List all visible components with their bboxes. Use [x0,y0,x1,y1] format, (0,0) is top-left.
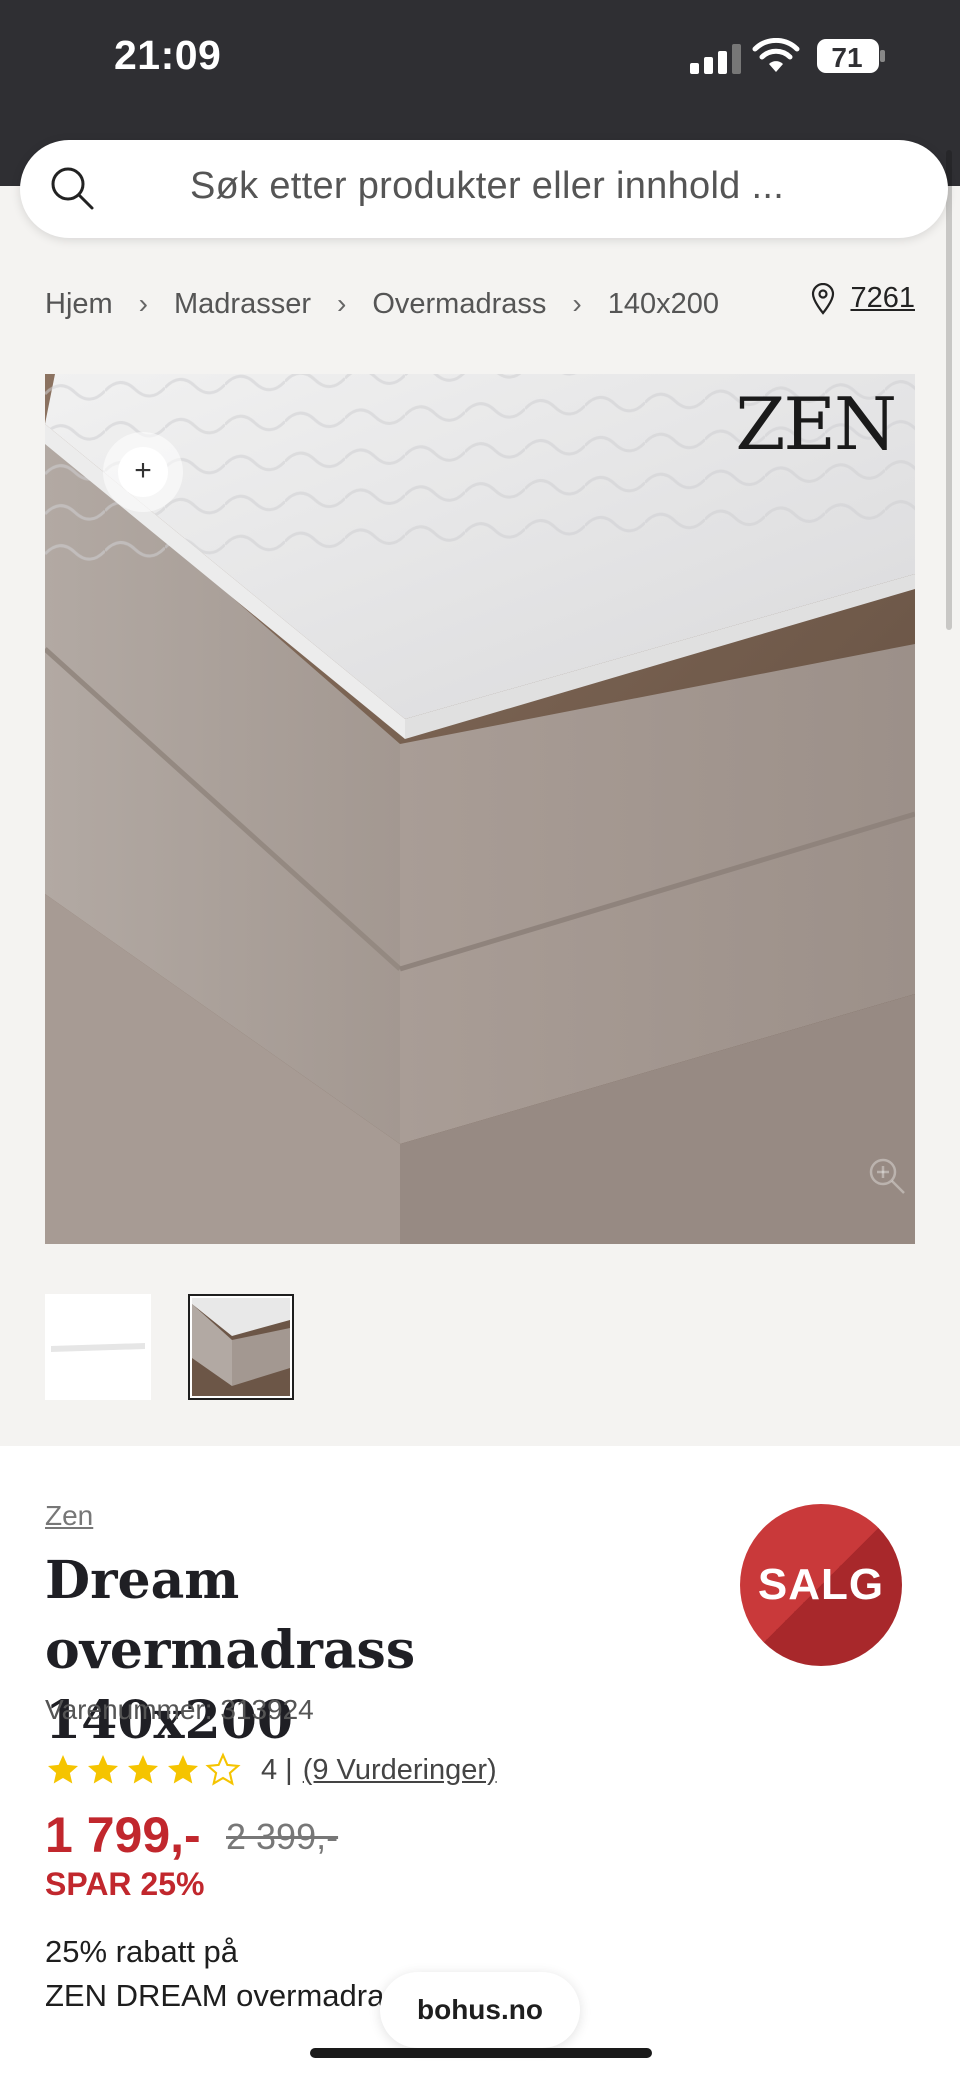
browser-url-pill[interactable]: bohus.no [380,1972,580,2048]
thumbnail-2-selected[interactable] [188,1294,294,1400]
star-filled-icon [168,1755,198,1784]
location-pin-icon [812,282,835,315]
chevron-right-icon: › [572,288,582,319]
breadcrumb: Hjem › Madrasser › Overmadrass › 140x200 [45,282,719,326]
star-filled-icon [88,1755,118,1784]
breadcrumb-overmadrass[interactable]: Overmadrass [372,288,546,321]
thumbnail-topper-image [51,1343,145,1352]
promo-text: 25% rabatt på ZEN DREAM overmadrass [45,1930,405,2018]
thumbnail-1[interactable] [45,1294,151,1400]
rating-stars [45,1752,245,1788]
breadcrumb-madrasser[interactable]: Madrasser [174,288,311,321]
rating[interactable]: 4 | (9 Vurderinger) [45,1752,497,1788]
wifi-icon [752,38,800,72]
chevron-right-icon: › [337,288,347,319]
zoom-icon[interactable] [867,1156,907,1196]
search-placeholder[interactable]: Søk etter produkter eller innhold ... [190,165,784,208]
product-image[interactable]: ZEN + [45,374,915,1244]
current-price: 1 799,- [45,1807,201,1863]
old-price: 2 399,- [226,1816,339,1857]
promo-line-1: 25% rabatt på [45,1934,239,1969]
battery-icon: 71 [817,39,885,73]
star-empty-icon [205,1752,241,1786]
chevron-right-icon: › [138,288,148,319]
status-time: 21:09 [114,32,222,78]
discount-label: SPAR 25% [45,1866,205,1902]
search-icon [51,167,94,210]
mattress-photo [45,374,915,1244]
product-title-line-1: Dream overmadrass [45,1550,416,1681]
breadcrumb-home[interactable]: Hjem [45,288,113,321]
rating-value: 4 | [261,1753,293,1786]
scrollbar[interactable] [946,150,952,630]
breadcrumb-size[interactable]: 140x200 [608,288,719,321]
star-filled-icon [48,1755,78,1784]
store-number[interactable]: 7261 [850,282,915,315]
brand-link[interactable]: Zen [45,1500,93,1532]
search-bar[interactable]: Søk etter produkter eller innhold ... [20,140,948,238]
product-sku: Varenummer: 313924 [45,1694,314,1725]
reviews-link[interactable]: (9 Vurderinger) [303,1754,497,1787]
promo-line-2: ZEN DREAM overmadrass [45,1978,405,2013]
brand-logo: ZEN [735,382,897,466]
plus-icon: + [118,447,168,497]
sale-badge: SALG [740,1504,902,1666]
store-selector[interactable]: 7261 [810,282,915,315]
image-hotspot[interactable]: + [103,432,183,512]
thumbnail-bed-image [192,1298,290,1396]
battery-level: 71 [831,42,862,73]
cellular-signal-icon [690,44,742,74]
home-indicator[interactable] [310,2048,652,2058]
star-filled-icon [128,1755,158,1784]
